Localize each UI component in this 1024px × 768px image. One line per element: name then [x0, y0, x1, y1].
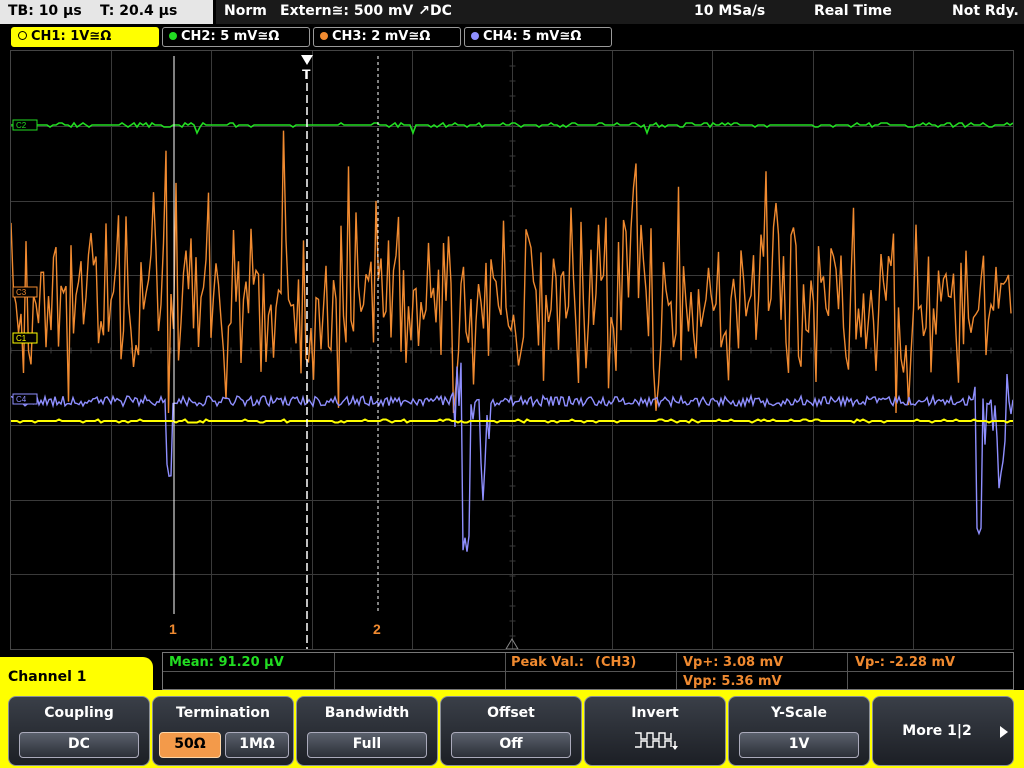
termination-50ohm-option[interactable]: 50Ω	[159, 732, 221, 758]
ch1-marker-label: C1	[16, 334, 27, 343]
ch4-marker-label: C4	[16, 395, 27, 404]
termination-1mohm-option[interactable]: 1MΩ	[225, 732, 289, 758]
tab-ch2[interactable]: CH2: 5 mV≅Ω	[162, 27, 310, 47]
yscale-label: Y-Scale	[770, 705, 827, 721]
coupling-softkey[interactable]: Coupling DC	[8, 696, 150, 766]
invert-waveform-icon	[635, 732, 678, 750]
status-bar: TB: 10 µs T: 20.4 µs Norm Extern≅: 500 m…	[0, 0, 1024, 24]
timebase-readout: TB: 10 µs	[8, 3, 82, 19]
invert-label: Invert	[631, 705, 679, 721]
cursor-2-label: 2	[373, 621, 381, 637]
more-label: More 1|2	[902, 723, 972, 739]
sample-rate: 10 MSa/s	[694, 3, 766, 19]
next-arrow-icon	[1000, 726, 1008, 738]
tab-ch2-label: CH2: 5 mV≅Ω	[181, 29, 280, 44]
trigger-marker-icon[interactable]	[301, 55, 313, 65]
invert-softkey[interactable]: Invert	[584, 696, 726, 766]
ch3-indicator-icon	[320, 32, 328, 40]
tab-ch3[interactable]: CH3: 2 mV≅Ω	[313, 27, 461, 47]
timebase-box[interactable]: TB: 10 µs T: 20.4 µs	[0, 0, 213, 24]
meas-divider-4	[847, 653, 848, 689]
yscale-value[interactable]: 1V	[739, 732, 859, 758]
ch3-marker-label: C3	[16, 288, 27, 297]
ch1-indicator-icon	[18, 31, 27, 40]
mean-readout: Mean: 91.20 µV	[169, 655, 284, 670]
measurement-panel[interactable]: Mean: 91.20 µV Peak Val.: (CH3) Vp+: 3.0…	[162, 652, 1014, 690]
vp-minus-readout: Vp-: -2.28 mV	[855, 655, 956, 670]
graticule	[11, 51, 1013, 649]
ch3-waveform	[11, 130, 1012, 414]
ch2-indicator-icon	[169, 32, 177, 40]
offset-value[interactable]: Off	[451, 732, 571, 758]
tab-ch1-label: CH1: 1V≅Ω	[31, 29, 112, 44]
peak-label: Peak Val.:	[511, 655, 585, 670]
ch1-offset-marker[interactable]: C1	[12, 332, 38, 344]
trigger-time-readout: T: 20.4 µs	[100, 3, 178, 19]
trigger-mode: Norm	[224, 3, 267, 19]
waveform-display[interactable]: T 1 2 C2 C3 C1 C4	[10, 50, 1014, 650]
tab-ch3-label: CH3: 2 mV≅Ω	[332, 29, 431, 44]
bandwidth-label: Bandwidth	[324, 705, 410, 721]
tab-ch1[interactable]: CH1: 1V≅Ω	[11, 27, 159, 47]
meas-divider-3	[676, 653, 677, 689]
trigger-marker-label: T	[302, 66, 311, 82]
trigger-state: Not Rdy.	[952, 3, 1019, 19]
coupling-label: Coupling	[44, 705, 114, 721]
menu-title: Channel 1	[8, 669, 87, 685]
trigger-source: Extern≅: 500 mV ↗DC	[280, 3, 452, 19]
bandwidth-softkey[interactable]: Bandwidth Full	[296, 696, 438, 766]
meas-divider-2	[505, 653, 506, 689]
waveform-plot: T 1 2 C2 C3 C1 C4	[11, 51, 1013, 649]
bandwidth-value[interactable]: Full	[307, 732, 427, 758]
meas-divider-1	[334, 653, 335, 689]
termination-label: Termination	[176, 705, 270, 721]
vp-plus-readout: Vp+: 3.08 mV	[683, 655, 784, 670]
more-softkey[interactable]: More 1|2	[872, 696, 1014, 766]
acquisition-mode: Real Time	[814, 3, 892, 19]
cursor-1-label: 1	[169, 621, 177, 637]
ch4-offset-marker[interactable]: C4	[12, 393, 38, 405]
yscale-softkey[interactable]: Y-Scale 1V	[728, 696, 870, 766]
meas-divider-h	[163, 671, 1013, 672]
coupling-value[interactable]: DC	[19, 732, 139, 758]
ch2-marker-label: C2	[16, 121, 27, 130]
ch2-offset-marker[interactable]: C2	[12, 119, 38, 131]
offset-label: Offset	[487, 705, 535, 721]
vpp-readout: Vpp: 5.36 mV	[683, 674, 782, 689]
tab-ch4[interactable]: CH4: 5 mV≅Ω	[464, 27, 612, 47]
tab-ch4-label: CH4: 5 mV≅Ω	[483, 29, 582, 44]
ch4-indicator-icon	[471, 32, 479, 40]
termination-softkey[interactable]: Termination 50Ω 1MΩ	[152, 696, 294, 766]
ch3-offset-marker[interactable]: C3	[12, 286, 38, 298]
peak-channel: (CH3)	[595, 655, 637, 670]
acquisition-info: Norm Extern≅: 500 mV ↗DC 10 MSa/s Real T…	[216, 0, 1024, 24]
offset-softkey[interactable]: Offset Off	[440, 696, 582, 766]
